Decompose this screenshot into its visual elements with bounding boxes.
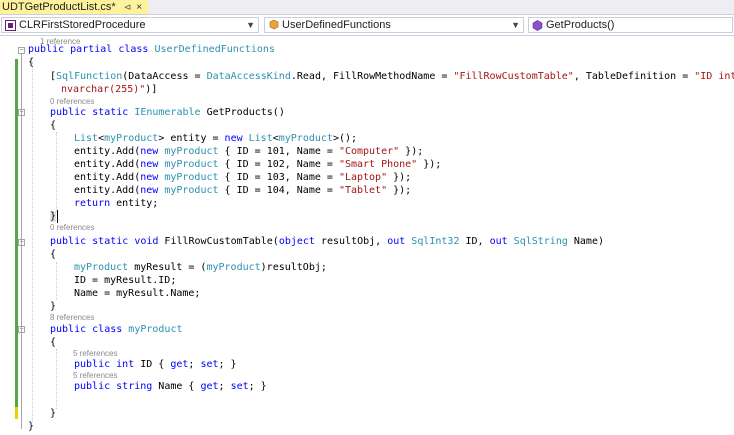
code-line: } — [50, 211, 57, 222]
code-line: List<myProduct> entity = new List<myProd… — [74, 133, 358, 144]
pin-icon[interactable]: ⊲ — [124, 2, 132, 13]
document-tab[interactable]: UDTGetProductList.cs* ⊲ × — [0, 0, 149, 14]
code-line: public string Name { get; set; } — [74, 381, 267, 392]
member-name: GetProducts() — [546, 19, 615, 31]
code-line: } — [28, 421, 35, 432]
code-line: public static void FillRowCustomTable(ob… — [50, 236, 604, 247]
class-name: UserDefinedFunctions — [282, 19, 391, 31]
chevron-down-icon: ▼ — [511, 20, 520, 30]
code-line: entity.Add(new myProduct { ID = 102, Nam… — [74, 159, 442, 170]
method-icon — [532, 19, 543, 31]
code-line: myProduct myResult = (myProduct)resultOb… — [74, 262, 327, 273]
project-name: CLRFirstStoredProcedure — [19, 19, 146, 31]
code-line: } — [50, 301, 57, 312]
code-line: nvarchar(255)")] — [61, 84, 158, 95]
codelens-references[interactable]: 0 references — [50, 222, 94, 233]
indent-guide — [56, 132, 57, 212]
chevron-down-icon: ▼ — [246, 20, 255, 30]
code-line: { — [28, 57, 35, 68]
code-line: public partial class UserDefinedFunction… — [28, 44, 275, 55]
close-icon[interactable]: × — [136, 2, 142, 13]
class-dropdown[interactable]: UserDefinedFunctions ▼ — [264, 17, 524, 33]
code-line: { — [50, 337, 57, 348]
code-line: ID = myResult.ID; — [74, 275, 177, 286]
code-line: [SqlFunction(DataAccess = DataAccessKind… — [50, 71, 734, 82]
collapse-icon[interactable]: − — [18, 47, 25, 54]
code-line: { — [50, 120, 57, 131]
code-line: public static IEnumerable GetProducts() — [50, 107, 285, 118]
code-line: entity.Add(new myProduct { ID = 103, Nam… — [74, 172, 412, 183]
csharp-project-icon — [5, 19, 16, 31]
code-line: public int ID { get; set; } — [74, 359, 237, 370]
codelens-references[interactable]: 8 references — [50, 312, 94, 323]
document-tab-bar: UDTGetProductList.cs* ⊲ × — [0, 0, 734, 15]
code-line: entity.Add(new myProduct { ID = 104, Nam… — [74, 185, 412, 196]
code-line: Name = myResult.Name; — [74, 288, 201, 299]
indent-guide — [56, 262, 57, 300]
class-icon — [269, 19, 279, 29]
indent-guide — [56, 349, 57, 409]
unsaved-change-bar — [15, 407, 18, 419]
code-line: } — [50, 408, 57, 419]
code-editor[interactable]: − − − − 1 reference 0 references 0 refer… — [0, 36, 734, 435]
code-line: return entity; — [74, 198, 159, 209]
code-line: { — [50, 249, 57, 260]
member-dropdown[interactable]: GetProducts() — [528, 17, 733, 33]
text-caret — [57, 210, 58, 223]
tab-title: UDTGetProductList.cs* — [2, 1, 116, 13]
code-line: public class myProduct — [50, 324, 183, 335]
indent-guide — [32, 62, 33, 422]
navigation-bar: CLRFirstStoredProcedure ▼ UserDefinedFun… — [0, 15, 734, 36]
code-line: entity.Add(new myProduct { ID = 101, Nam… — [74, 146, 424, 157]
outline-guide — [21, 54, 22, 429]
project-dropdown[interactable]: CLRFirstStoredProcedure ▼ — [1, 17, 259, 33]
